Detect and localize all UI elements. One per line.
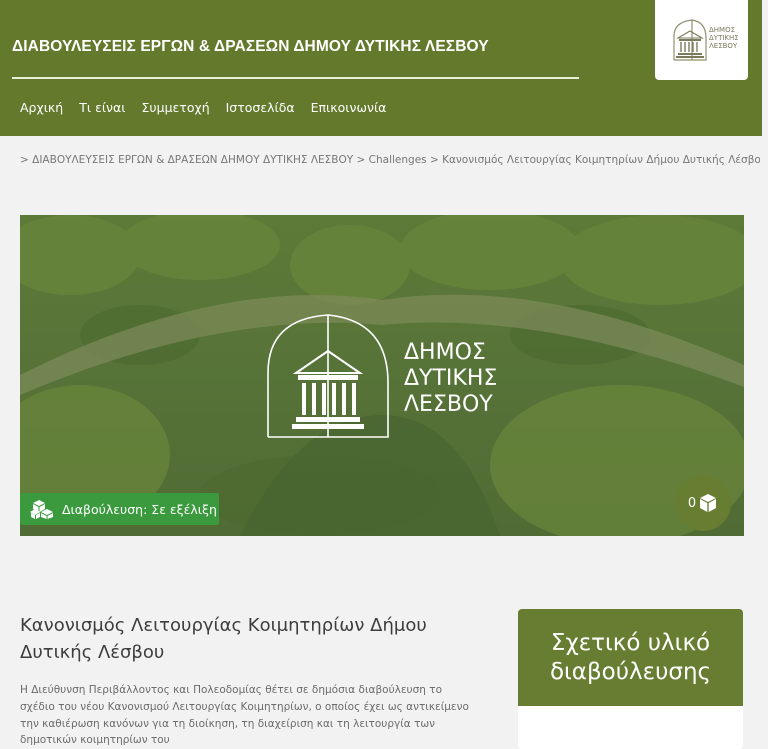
logo-text-line3: ΛΕΣΒΟΥ	[709, 42, 738, 50]
contributions-count-button[interactable]: 0	[675, 475, 731, 531]
title-divider	[12, 77, 579, 79]
nav-home[interactable]: Αρχική	[20, 100, 63, 115]
breadcrumb: > ΔΙΑΒΟΥΛΕΥΣΕΙΣ ΕΡΓΩΝ & ΔΡΑΣΕΩΝ ΔΗΜΟΥ ΔΥ…	[20, 154, 760, 166]
hero-logo-icon: ΔΗΜΟΣ ΔΥΤΙΚΗΣ ΛΕΣΒΟΥ	[267, 314, 497, 438]
site-title[interactable]: ΔΙΑΒΟΥΛΕΥΣΕΙΣ ΕΡΓΩΝ & ΔΡΑΣΕΩΝ ΔΗΜΟΥ ΔΥΤΙ…	[12, 38, 489, 56]
breadcrumb-item-current: Κανονισμός Λειτουργίας Κοιμητηρίων Δήμου…	[442, 154, 760, 166]
related-material-header: Σχετικό υλικό διαβούλευσης	[518, 609, 743, 706]
site-header: ΔΙΑΒΟΥΛΕΥΣΕΙΣ ΕΡΓΩΝ & ΔΡΑΣΕΩΝ ΔΗΜΟΥ ΔΥΤΙ…	[0, 0, 762, 136]
article-title: Κανονισμός Λειτουργίας Κοιμητηρίων Δήμου…	[20, 615, 427, 663]
logo-text-line1: ΔΗΜΟΣ	[709, 26, 735, 34]
logo-text-line2: ΔΥΤΙΚΗΣ	[709, 34, 738, 42]
nav-website[interactable]: Ιστοσελίδα	[226, 100, 295, 115]
contributions-count: 0	[687, 495, 697, 511]
breadcrumb-item-challenges[interactable]: Challenges	[369, 154, 427, 166]
related-material-panel: Σχετικό υλικό διαβούλευσης	[518, 609, 743, 749]
status-label: Διαβούλευση: Σε εξέλιξη	[62, 501, 217, 517]
status-badge: Διαβούλευση: Σε εξέλιξη	[20, 493, 219, 525]
related-material-title: Σχετικό υλικό διαβούλευσης	[549, 629, 712, 685]
hero-logo-text-line1: ΔΗΜΟΣ	[404, 340, 486, 365]
breadcrumb-sep: >	[20, 154, 29, 166]
hero-logo-text-line2: ΔΥΤΙΚΗΣ	[404, 366, 497, 391]
hero-logo-text-line3: ΛΕΣΒΟΥ	[404, 392, 493, 417]
nav-contact[interactable]: Επικοινωνία	[311, 100, 387, 115]
breadcrumb-item-home[interactable]: ΔΙΑΒΟΥΛΕΥΣΕΙΣ ΕΡΓΩΝ & ΔΡΑΣΕΩΝ ΔΗΜΟΥ ΔΥΤΙ…	[32, 154, 353, 166]
breadcrumb-sep: >	[429, 154, 439, 166]
hero-image: ΔΗΜΟΣ ΔΥΤΙΚΗΣ ΛΕΣΒΟΥ	[20, 215, 744, 536]
breadcrumb-sep: >	[356, 154, 366, 166]
municipality-logo[interactable]: ΔΗΜΟΣ ΔΥΤΙΚΗΣ ΛΕΣΒΟΥ	[655, 0, 748, 80]
cubes-icon	[30, 499, 56, 519]
nav-participation[interactable]: Συμμετοχή	[142, 100, 210, 115]
temple-logo-icon: ΔΗΜΟΣ ΔΥΤΙΚΗΣ ΛΕΣΒΟΥ	[672, 19, 738, 61]
cube-icon	[700, 494, 717, 512]
main-nav: Αρχική Τι είναι Συμμετοχή Ιστοσελίδα Επι…	[20, 100, 402, 115]
nav-about[interactable]: Τι είναι	[79, 100, 125, 115]
